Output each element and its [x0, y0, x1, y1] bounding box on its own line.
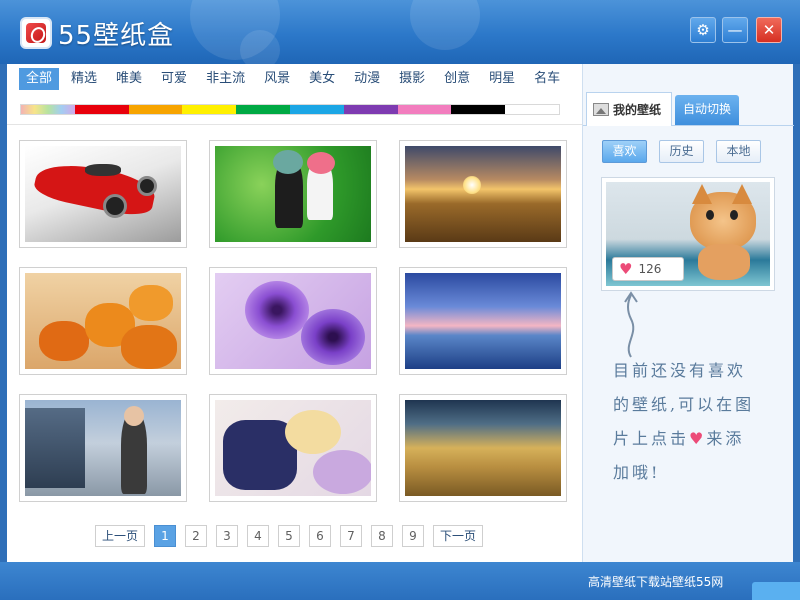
- arrow-up-icon: [624, 291, 638, 358]
- page-button-4[interactable]: 4: [247, 525, 269, 547]
- tab-my-wallpapers[interactable]: 我的壁纸: [586, 92, 672, 126]
- app-logo-icon: [20, 17, 52, 49]
- title-bar: 55壁纸盒 ⚙ — ✕: [0, 0, 800, 70]
- wallpaper-thumb-sunset-field[interactable]: [399, 140, 567, 248]
- color-swatch-purple[interactable]: [343, 105, 398, 114]
- close-button[interactable]: ✕: [756, 17, 782, 43]
- page-button-1[interactable]: 1: [154, 525, 176, 547]
- color-swatch-rainbow[interactable]: [21, 105, 75, 114]
- hint-line-3-tail: 来添: [706, 429, 745, 448]
- status-bar: 高清壁纸下载站壁纸55网: [0, 562, 800, 600]
- wallpaper-thumb-anime-girls-green[interactable]: [209, 140, 377, 248]
- wallpaper-thumb-anime-couple[interactable]: [209, 394, 377, 502]
- category-cute[interactable]: 可爱: [154, 68, 194, 90]
- page-button-6[interactable]: 6: [309, 525, 331, 547]
- page-button-7[interactable]: 7: [340, 525, 362, 547]
- corner-decoration: [752, 582, 800, 600]
- color-swatch-pink[interactable]: [397, 105, 452, 114]
- category-featured[interactable]: 精选: [64, 68, 104, 90]
- app-title: 55壁纸盒: [58, 21, 175, 51]
- wallpaper-thumb-red-sports-car[interactable]: [19, 140, 187, 248]
- like-count: 126: [638, 262, 662, 276]
- wallpaper-thumb-girl-in-street[interactable]: [19, 394, 187, 502]
- hint-line-1: 目前还没有喜欢: [613, 361, 747, 380]
- color-swatch-green[interactable]: [236, 105, 290, 114]
- color-filter-bar: [20, 104, 560, 115]
- category-nav: 全部 精选 唯美 可爱 非主流 风景 美女 动漫 摄影 创意 明星 名车: [19, 68, 572, 90]
- empty-favorites-hint: 目前还没有喜欢 的壁纸,可以在图 片上点击♥来添 加哦!: [613, 354, 773, 490]
- divider: [7, 124, 582, 125]
- page-button-8[interactable]: 8: [371, 525, 393, 547]
- heart-icon: ♥: [619, 259, 633, 278]
- category-cars[interactable]: 名车: [527, 68, 567, 90]
- panel-tabs: 我的壁纸 自动切换: [583, 92, 794, 126]
- color-swatch-orange[interactable]: [128, 105, 183, 114]
- tab-my-wallpapers-label: 我的壁纸: [613, 103, 662, 117]
- minimize-button[interactable]: —: [722, 17, 748, 43]
- settings-button[interactable]: ⚙: [690, 17, 716, 43]
- wallpaper-thumb-desert-sunset[interactable]: [399, 394, 567, 502]
- category-stars[interactable]: 明星: [482, 68, 522, 90]
- main-area: 全部 精选 唯美 可爱 非主流 风景 美女 动漫 摄影 创意 明星 名车 上一页…: [7, 64, 794, 562]
- like-filter-button[interactable]: 喜欢: [602, 140, 647, 163]
- picture-icon: [593, 103, 609, 116]
- hint-line-3: 片上点击♥来添: [613, 422, 773, 456]
- panel-filter-buttons: 喜欢 历史 本地: [602, 140, 773, 163]
- wallpaper-browser: 全部 精选 唯美 可爱 非主流 风景 美女 动漫 摄影 创意 明星 名车 上一页…: [7, 64, 582, 562]
- hint-line-4: 加哦!: [613, 463, 661, 482]
- heart-icon: ♥: [689, 429, 707, 448]
- next-page-button[interactable]: 下一页: [433, 525, 483, 547]
- category-photography[interactable]: 摄影: [392, 68, 432, 90]
- title-decoration: [410, 0, 480, 50]
- my-wallpaper-panel: 我的壁纸 自动切换 喜欢 历史 本地 ♥ 126 目前还没有喜欢 的壁纸,可以在…: [582, 64, 794, 562]
- category-all[interactable]: 全部: [19, 68, 60, 90]
- pagination: 上一页 1 2 3 4 5 6 7 8 9 下一页: [95, 525, 492, 547]
- favorite-wallpaper-card[interactable]: ♥ 126: [601, 177, 775, 291]
- hint-line-3-text: 片上点击: [613, 429, 690, 448]
- wallpaper-thumb-purple-flowers[interactable]: [209, 267, 377, 375]
- history-filter-button[interactable]: 历史: [659, 140, 704, 163]
- page-button-3[interactable]: 3: [216, 525, 238, 547]
- page-button-5[interactable]: 5: [278, 525, 300, 547]
- page-button-9[interactable]: 9: [402, 525, 424, 547]
- color-swatch-yellow[interactable]: [182, 105, 237, 114]
- page-button-2[interactable]: 2: [185, 525, 207, 547]
- status-link[interactable]: 高清壁纸下载站壁纸55网: [588, 573, 723, 590]
- category-aesthetic[interactable]: 唯美: [109, 68, 149, 90]
- wallpaper-thumb-halloween-pumpkins[interactable]: [19, 267, 187, 375]
- color-swatch-white[interactable]: [505, 105, 559, 114]
- kitten-wallpaper-image: ♥ 126: [606, 182, 770, 286]
- color-swatch-blue[interactable]: [289, 105, 344, 114]
- category-anime[interactable]: 动漫: [347, 68, 387, 90]
- category-creative[interactable]: 创意: [437, 68, 477, 90]
- color-swatch-black[interactable]: [451, 105, 506, 114]
- category-nonmainstream[interactable]: 非主流: [199, 68, 252, 90]
- prev-page-button[interactable]: 上一页: [95, 525, 145, 547]
- local-filter-button[interactable]: 本地: [716, 140, 761, 163]
- tab-auto-switch[interactable]: 自动切换: [675, 95, 739, 125]
- category-beauty[interactable]: 美女: [302, 68, 342, 90]
- color-swatch-red[interactable]: [74, 105, 129, 114]
- wallpaper-thumb-sunrise-sea[interactable]: [399, 267, 567, 375]
- hint-line-2: 的壁纸,可以在图: [613, 395, 755, 414]
- category-scenery[interactable]: 风景: [257, 68, 297, 90]
- like-count-chip[interactable]: ♥ 126: [612, 257, 684, 281]
